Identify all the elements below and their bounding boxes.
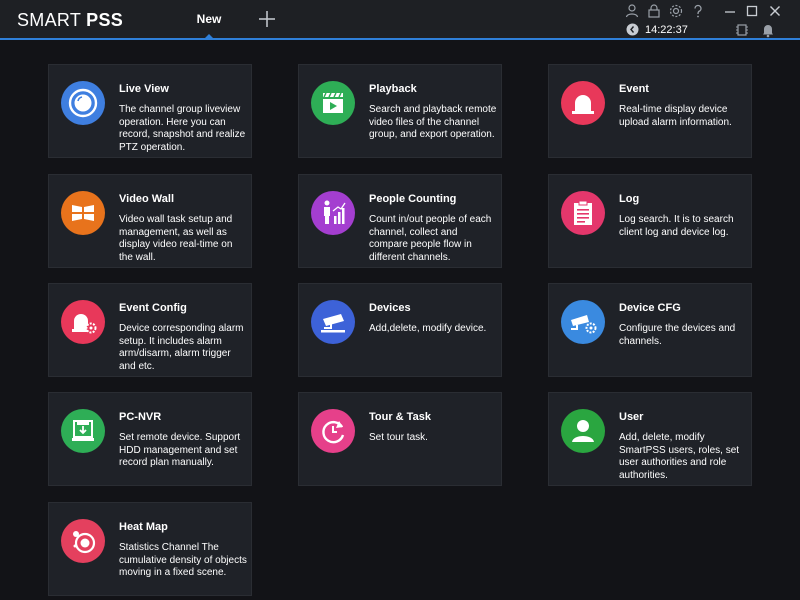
card-playback[interactable]: Playback Search and playback remote vide… [298, 64, 502, 158]
scrollbar-track[interactable] [793, 42, 800, 600]
help-icon[interactable] [690, 3, 706, 19]
card-heat-map[interactable]: Heat Map Statistics Channel The cumulati… [48, 502, 252, 596]
clock-icon [626, 23, 639, 36]
card-title: Tour & Task [369, 411, 431, 423]
clipboard-icon [561, 191, 605, 235]
card-event[interactable]: Event Real-time display device upload al… [548, 64, 752, 158]
active-tab-indicator [204, 34, 214, 39]
card-title: Live View [119, 83, 169, 95]
heat-target-icon [61, 519, 105, 563]
card-device-cfg[interactable]: Device CFG Configure the devices and cha… [548, 283, 752, 377]
gear-icon[interactable] [668, 3, 684, 19]
card-live-view[interactable]: Live View The channel group liveview ope… [48, 64, 252, 158]
card-title: PC-NVR [119, 411, 162, 423]
video-wall-icon [61, 191, 105, 235]
lock-icon[interactable] [646, 3, 662, 19]
user-account-icon[interactable] [624, 3, 640, 19]
tab-new-label: New [196, 12, 222, 26]
alarm-gear-icon [61, 300, 105, 344]
card-description: Log search. It is to search client log a… [619, 214, 734, 238]
card-user[interactable]: User Add, delete, modify SmartPSS users,… [548, 392, 752, 486]
card-title: Event Config [119, 302, 187, 314]
card-people-counting[interactable]: People Counting Count in/out people of e… [298, 174, 502, 268]
card-tour-task[interactable]: Tour & Task Set tour task. [298, 392, 502, 486]
card-description: Real-time display device upload alarm in… [619, 104, 732, 128]
alarm-siren-icon [561, 81, 605, 125]
card-title: Event [619, 83, 649, 95]
device-status-icon[interactable] [734, 22, 750, 38]
clapperboard-icon [311, 81, 355, 125]
alarm-bell-icon[interactable] [760, 22, 776, 38]
card-title: Log [619, 193, 640, 205]
tab-new[interactable]: New [180, 0, 238, 39]
camera-lens-icon [61, 81, 105, 125]
card-title: People Counting [369, 193, 457, 205]
card-log[interactable]: Log Log search. It is to search client l… [548, 174, 752, 268]
card-title: Playback [369, 83, 417, 95]
recorder-download-icon [61, 409, 105, 453]
card-description: Set tour task. [369, 432, 428, 443]
maximize-icon[interactable] [744, 3, 760, 19]
card-description: The channel group liveview operation. He… [119, 104, 246, 153]
title-bar: SMART PSS New 14:22:37 [0, 0, 800, 40]
card-description: Video wall task setup and management, as… [119, 214, 233, 263]
card-pc-nvr[interactable]: PC-NVR Set remote device. Support HDD ma… [48, 392, 252, 486]
card-description: Count in/out people of each channel, col… [369, 214, 492, 263]
card-description: Set remote device. Support HDD managemen… [119, 432, 241, 468]
card-title: Video Wall [119, 193, 175, 205]
card-devices[interactable]: Devices Add,delete, modify device. [298, 283, 502, 377]
clock-display: 14:22:37 [645, 24, 688, 36]
card-title: Heat Map [119, 521, 168, 533]
camera-gear-icon [561, 300, 605, 344]
minimize-icon[interactable] [722, 3, 738, 19]
card-video-wall[interactable]: Video Wall Video wall task setup and man… [48, 174, 252, 268]
cycle-clock-icon [311, 409, 355, 453]
app-logo: SMART PSS [17, 10, 124, 30]
card-description: Statistics Channel The cumulative densit… [119, 542, 247, 578]
card-title: User [619, 411, 644, 423]
people-chart-icon [311, 191, 355, 235]
card-event-config[interactable]: Event Config Device corresponding alarm … [48, 283, 252, 377]
card-description: Add, delete, modify SmartPSS users, role… [619, 432, 740, 481]
cctv-camera-icon [311, 300, 355, 344]
close-icon[interactable] [767, 3, 783, 19]
user-icon [561, 409, 605, 453]
add-tab-icon[interactable] [256, 8, 278, 30]
card-description: Search and playback remote video files o… [369, 104, 497, 140]
card-title: Device CFG [619, 302, 681, 314]
card-description: Configure the devices and channels. [619, 323, 736, 347]
card-title: Devices [369, 302, 411, 314]
card-description: Device corresponding alarm setup. It inc… [119, 323, 244, 372]
card-description: Add,delete, modify device. [369, 323, 487, 334]
